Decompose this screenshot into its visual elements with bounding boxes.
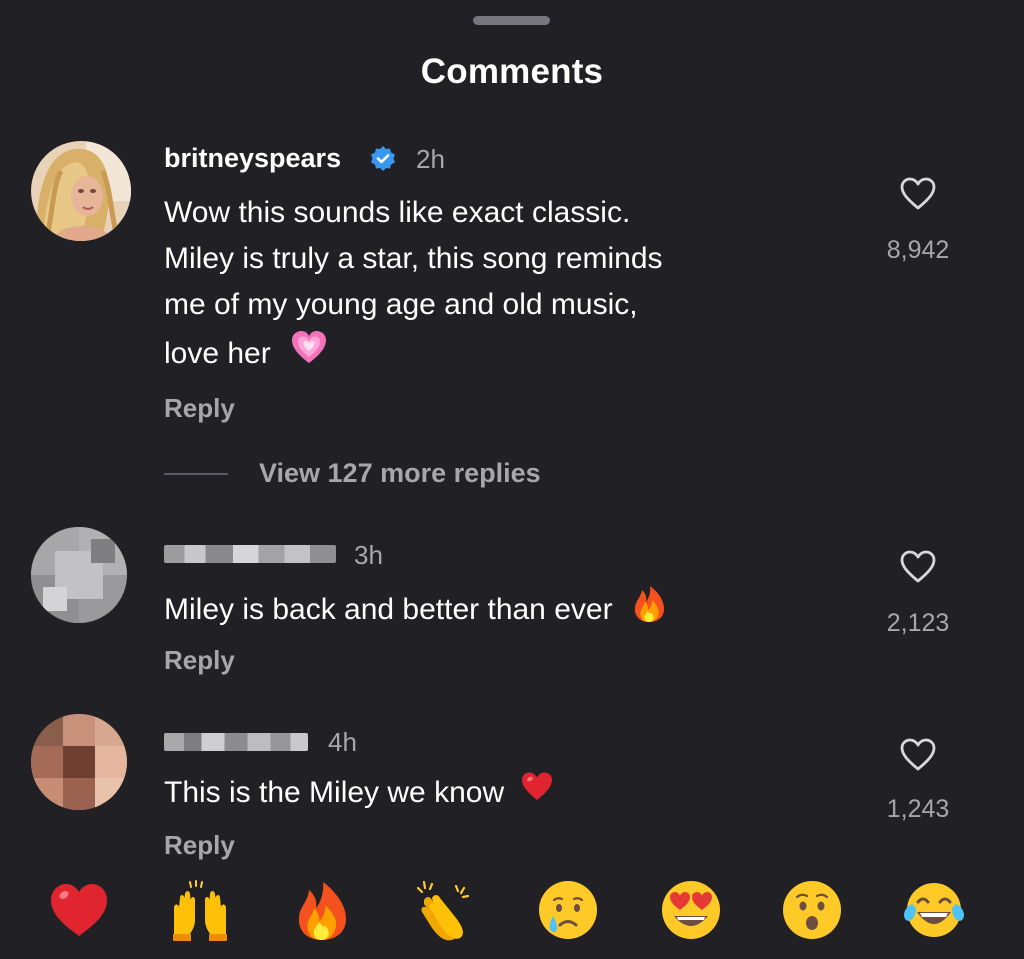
surprised-face-emoji[interactable] bbox=[780, 878, 844, 942]
comment-text-line: me of my young age and old music, bbox=[164, 288, 638, 321]
crying-face-emoji[interactable] bbox=[536, 878, 600, 942]
like-heart-icon[interactable] bbox=[899, 737, 937, 778]
fire-emoji bbox=[631, 584, 667, 638]
comment-text-line: Miley is truly a star, this song reminds bbox=[164, 242, 663, 275]
comment-text-segment: love her bbox=[164, 336, 271, 370]
reply-button[interactable]: Reply bbox=[164, 645, 235, 676]
raising-hands-emoji[interactable] bbox=[168, 878, 232, 942]
like-count: 1,243 bbox=[886, 795, 950, 823]
comment-text: Miley is back and better than ever bbox=[164, 584, 667, 638]
avatar[interactable] bbox=[31, 527, 127, 623]
reaction-emoji-bar bbox=[0, 878, 1024, 948]
comment-text: Wow this sounds like exact classic. Mile… bbox=[164, 190, 663, 382]
comment-text-line: Wow this sounds like exact classic. bbox=[164, 196, 631, 229]
fire-emoji[interactable] bbox=[290, 878, 354, 942]
red-heart-emoji bbox=[520, 770, 554, 818]
reply-button[interactable]: Reply bbox=[164, 393, 235, 424]
sheet-drag-handle[interactable] bbox=[473, 16, 550, 25]
comment-text-segment: Miley is back and better than ever bbox=[164, 592, 613, 626]
blurred-username[interactable] bbox=[164, 545, 336, 563]
clapping-hands-emoji[interactable] bbox=[412, 878, 476, 942]
comments-sheet: Comments britneyspears 2h Wow this sound… bbox=[0, 0, 1024, 959]
comment-text-segment: This is the Miley we know bbox=[164, 776, 505, 809]
avatar[interactable] bbox=[31, 141, 131, 241]
red-heart-emoji[interactable] bbox=[47, 878, 111, 942]
like-heart-icon[interactable] bbox=[899, 549, 937, 590]
blurred-username[interactable] bbox=[164, 733, 308, 751]
tears-of-joy-emoji[interactable] bbox=[902, 878, 966, 942]
comment-username[interactable]: britneyspears bbox=[164, 143, 341, 174]
like-heart-icon[interactable] bbox=[899, 176, 937, 217]
page-title: Comments bbox=[420, 52, 604, 91]
comment-text: This is the Miley we know bbox=[164, 770, 554, 818]
pink-heart-emoji bbox=[289, 328, 329, 382]
avatar[interactable] bbox=[31, 714, 127, 810]
like-count: 8,942 bbox=[886, 236, 950, 264]
comment-text-line: love her bbox=[164, 328, 663, 382]
comment-timestamp: 2h bbox=[416, 144, 445, 174]
verified-badge-icon bbox=[369, 145, 397, 178]
reply-button[interactable]: Reply bbox=[164, 830, 235, 861]
like-count: 2,123 bbox=[886, 609, 950, 637]
view-more-replies-button[interactable]: View 127 more replies bbox=[259, 458, 541, 489]
comment-timestamp: 3h bbox=[354, 540, 383, 570]
heart-eyes-emoji[interactable] bbox=[659, 878, 723, 942]
replies-divider bbox=[164, 473, 228, 475]
comment-timestamp: 4h bbox=[328, 727, 357, 757]
